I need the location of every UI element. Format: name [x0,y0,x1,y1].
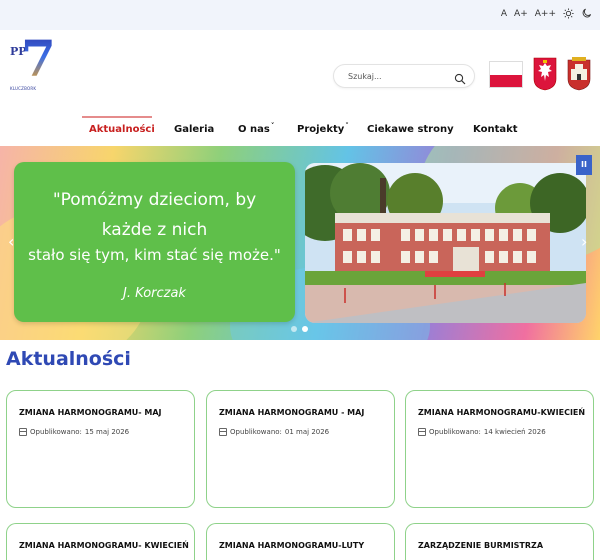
active-tab-indicator [82,116,152,118]
slider-dots [291,326,308,332]
news-card[interactable]: ZMIANA HARMONOGRAMU-KWIECIEŃ Opublikowan… [405,390,594,508]
nav-item-kontakt[interactable]: Kontakt [473,124,518,135]
news-card-date: 14 kwiecień 2026 [483,428,546,436]
published-label: Opublikowano: [30,428,82,436]
nav-item-projekty-label: Projekty [297,124,345,135]
school-logo[interactable]: PP 7 KLUCZBORK [10,34,56,94]
news-card-title[interactable]: ZARZĄDZENIE BURMISTRZA [418,541,543,550]
news-card[interactable]: ZMIANA HARMONOGRAMU - MAJ Opublikowano: … [206,390,395,508]
polish-flag-icon[interactable] [489,61,523,88]
news-section-title: Aktualności [6,348,131,370]
news-card-meta: Opublikowano: 15 maj 2026 [19,428,129,436]
nav-item-ciekawe-strony[interactable]: Ciekawe strony [367,124,454,135]
nav-item-galeria[interactable]: Galeria [174,124,214,135]
school-building-photo [305,163,586,323]
logo-city: KLUCZBORK [10,86,37,91]
dark-mode-moon-icon[interactable] [581,8,592,19]
calendar-icon [19,428,27,436]
news-card-title[interactable]: ZMIANA HARMONOGRAMU - MAJ [219,408,364,417]
slider-pause-button[interactable]: II [576,155,592,175]
calendar-icon [219,428,227,436]
news-card-meta: Opublikowano: 01 maj 2026 [219,428,329,436]
news-card-date: 15 maj 2026 [84,428,130,436]
quote-line-2: stało się tym, kim stać się może." [28,246,281,264]
main-navigation: Aktualności Galeria O nas˅ Projekty˅ Cie… [0,116,600,146]
polish-eagle-emblem-icon[interactable] [533,57,557,91]
news-card[interactable]: ZMIANA HARMONOGRAMU- MAJ Opublikowano: 1… [6,390,195,508]
calendar-icon [418,428,426,436]
font-size-large-button[interactable]: A++ [535,9,556,19]
brightness-icon[interactable] [563,8,574,19]
nav-item-o-nas-label: O nas [238,124,270,135]
news-card-title[interactable]: ZMIANA HARMONOGRAMU- MAJ [19,408,162,417]
news-card-title[interactable]: ZMIANA HARMONOGRAMU-LUTY [219,541,364,550]
search-input[interactable] [346,69,446,84]
chevron-down-icon: ˅ [345,122,349,130]
published-label: Opublikowano: [429,428,481,436]
font-size-small-button[interactable]: A [501,9,507,19]
quote-line-1: "Pomóżmy dzieciom, by każde z nich [52,190,257,240]
news-card-meta: Opublikowano: 14 kwiecień 2026 [418,428,546,436]
slider-next-arrow[interactable]: › [581,232,587,251]
news-card-date: 01 maj 2026 [284,428,330,436]
nav-item-aktualnosci[interactable]: Aktualności [89,124,155,135]
chevron-down-icon: ˅ [270,122,275,130]
accessibility-controls: A A+ A++ [501,8,592,19]
nav-item-projekty[interactable]: Projekty˅ [297,122,349,135]
news-card-title[interactable]: ZMIANA HARMONOGRAMU-KWIECIEŃ [418,408,585,417]
nav-item-o-nas[interactable]: O nas˅ [238,122,275,135]
quote-author: J. Korczak [123,286,186,301]
city-coat-of-arms-icon[interactable] [567,57,591,91]
news-card[interactable]: ZMIANA HARMONOGRAMU- KWIECIEŃ [6,523,195,560]
news-card-title[interactable]: ZMIANA HARMONOGRAMU- KWIECIEŃ [19,541,189,550]
slider-dot-1[interactable] [291,326,297,332]
news-card[interactable]: ZARZĄDZENIE BURMISTRZA [405,523,594,560]
font-size-medium-button[interactable]: A+ [514,9,528,19]
news-card[interactable]: ZMIANA HARMONOGRAMU-LUTY [206,523,395,560]
search-icon[interactable] [454,70,466,89]
published-label: Opublikowano: [230,428,282,436]
accessibility-bar: A A+ A++ [0,0,600,30]
logo-number: 7 [21,29,56,88]
quote-card: "Pomóżmy dzieciom, by każde z nich stało… [14,162,295,322]
slider-prev-arrow[interactable]: ‹ [8,232,14,251]
search-box [333,64,475,88]
slider-dot-2[interactable] [302,326,308,332]
